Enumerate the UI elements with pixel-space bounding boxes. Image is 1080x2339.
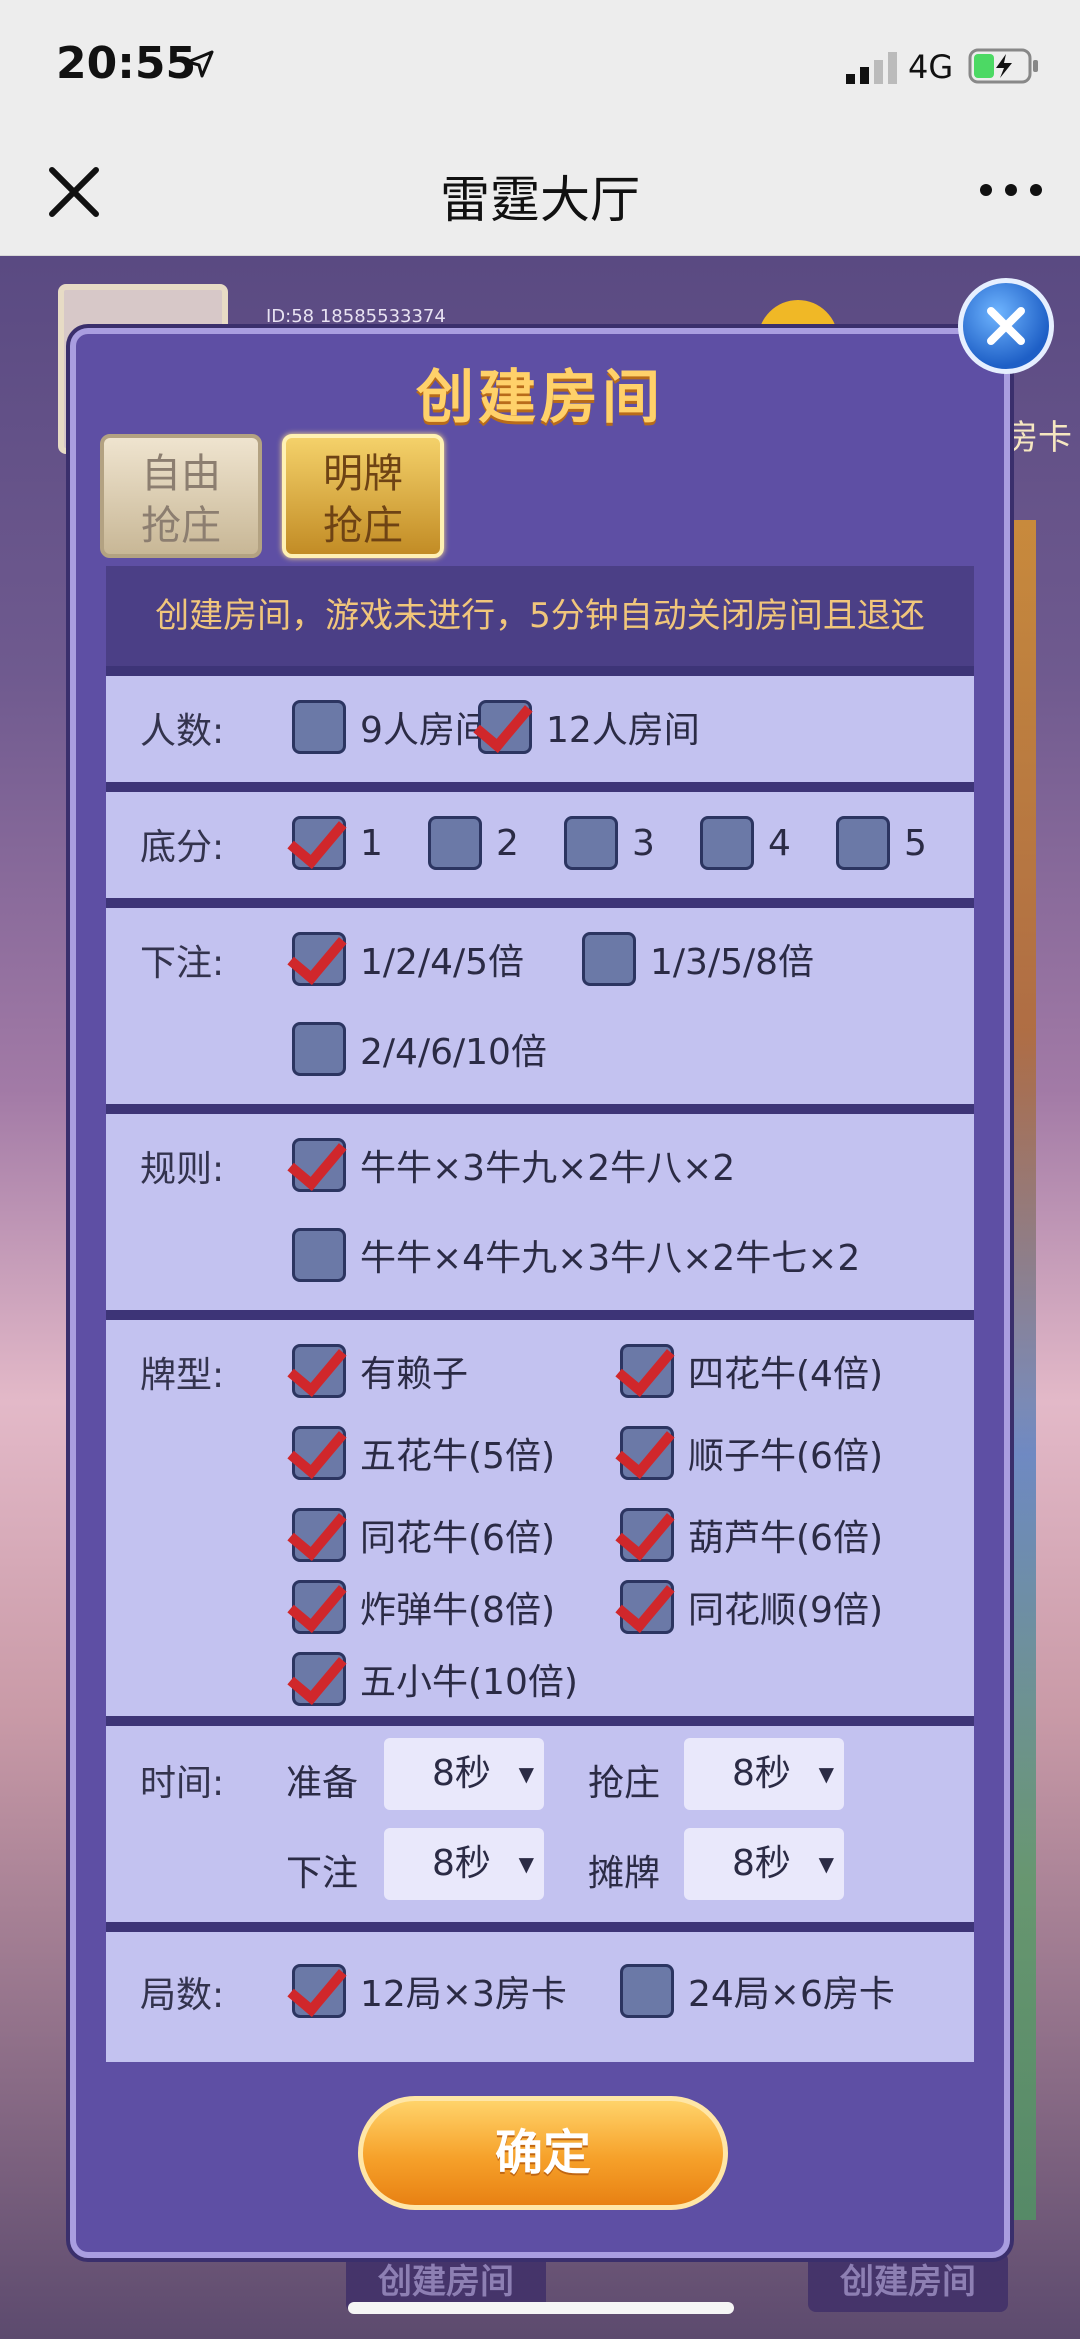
- checkbox-checked[interactable]: [292, 816, 346, 870]
- card-types-label: 牌型:: [140, 1355, 225, 1396]
- checkbox[interactable]: [428, 816, 482, 870]
- players-section: 人数: 9人房间 12人房间: [106, 666, 974, 782]
- option-score-2[interactable]: 2: [428, 816, 519, 870]
- option-four-flower[interactable]: 四花牛(4倍): [620, 1344, 883, 1398]
- showdown-time-label: 摊牌: [588, 1853, 661, 1894]
- ready-time-label: 准备: [286, 1763, 359, 1804]
- checkbox[interactable]: [700, 816, 754, 870]
- option-9-players[interactable]: 9人房间: [292, 700, 491, 754]
- option-full-house[interactable]: 葫芦牛(6倍): [620, 1508, 883, 1562]
- checkbox[interactable]: [620, 1964, 674, 2018]
- option-rule-2[interactable]: 牛牛×4牛九×3牛八×2牛七×2: [292, 1228, 860, 1282]
- room-card-label: 房卡: [1004, 418, 1072, 458]
- checkbox-checked[interactable]: [292, 1344, 346, 1398]
- option-bet-2[interactable]: 1/3/5/8倍: [582, 932, 814, 986]
- page-title: 雷霆大厅: [440, 171, 640, 229]
- create-room-dialog: 创建房间 自由 抢庄 明牌 抢庄 创建房间，游戏未进行，5分钟自动关闭房间且退还…: [70, 328, 1010, 2258]
- option-five-flower[interactable]: 五花牛(5倍): [292, 1426, 555, 1480]
- option-flush[interactable]: 同花牛(6倍): [292, 1508, 555, 1562]
- checkbox[interactable]: [582, 932, 636, 986]
- checkbox-checked[interactable]: [620, 1344, 674, 1398]
- players-label: 人数:: [140, 711, 225, 752]
- player-id: ID:58 18585533374: [266, 306, 446, 327]
- notice-banner: 创建房间，游戏未进行，5分钟自动关闭房间且退还: [106, 566, 974, 666]
- option-12-players[interactable]: 12人房间: [478, 700, 700, 754]
- tab-free-banker-line2: 抢庄: [141, 503, 221, 549]
- card-types-section: 牌型: 有赖子 四花牛(4倍) 五花牛(5倍) 顺子牛(6倍) 同花牛(6倍) …: [106, 1310, 974, 1716]
- checkbox-checked[interactable]: [292, 1426, 346, 1480]
- dropdown-arrow-icon: ▼: [518, 1852, 534, 1876]
- status-bar: 20:55 4G: [0, 0, 1080, 140]
- option-bomb[interactable]: 炸弹牛(8倍): [292, 1580, 555, 1634]
- tab-free-banker-line1: 自由: [141, 451, 221, 497]
- dropdown-arrow-icon: ▼: [818, 1852, 834, 1876]
- title-bar: 雷霆大厅: [0, 140, 1080, 256]
- option-straight-flush[interactable]: 同花顺(9倍): [620, 1580, 883, 1634]
- more-options-icon[interactable]: [976, 170, 1046, 210]
- tab-open-card-banker-line2: 抢庄: [323, 503, 403, 549]
- bet-time-label: 下注: [286, 1853, 359, 1894]
- confirm-button[interactable]: 确定: [358, 2096, 728, 2210]
- rules-label: 规则:: [140, 1149, 225, 1190]
- showdown-time-select[interactable]: 8秒 ▼: [684, 1828, 844, 1900]
- dropdown-arrow-icon: ▼: [518, 1762, 534, 1786]
- option-score-3[interactable]: 3: [564, 816, 655, 870]
- status-time: 20:55: [56, 38, 197, 89]
- checkbox-checked[interactable]: [292, 1964, 346, 2018]
- tab-open-card-banker-line1: 明牌: [323, 451, 403, 497]
- time-section: 时间: 准备 8秒 ▼ 抢庄 8秒 ▼ 下注 8秒 ▼ 摊牌 8秒 ▼: [106, 1716, 974, 1922]
- settings-panel: 创建房间，游戏未进行，5分钟自动关闭房间且退还 人数: 9人房间 12人房间 底…: [106, 566, 974, 2062]
- signal-icon: [846, 52, 897, 84]
- bet-time-select[interactable]: 8秒 ▼: [384, 1828, 544, 1900]
- checkbox[interactable]: [836, 816, 890, 870]
- checkbox[interactable]: [292, 700, 346, 754]
- option-bet-3[interactable]: 2/4/6/10倍: [292, 1022, 547, 1076]
- checkbox[interactable]: [292, 1022, 346, 1076]
- checkbox-checked[interactable]: [478, 700, 532, 754]
- checkbox-checked[interactable]: [292, 1652, 346, 1706]
- tab-free-banker[interactable]: 自由 抢庄: [100, 434, 262, 558]
- grab-banker-time-select[interactable]: 8秒 ▼: [684, 1738, 844, 1810]
- checkbox-checked[interactable]: [620, 1426, 674, 1480]
- tab-open-card-banker[interactable]: 明牌 抢庄: [282, 434, 444, 558]
- checkbox-checked[interactable]: [292, 1580, 346, 1634]
- dialog-close-button[interactable]: [958, 278, 1054, 374]
- option-score-5[interactable]: 5: [836, 816, 927, 870]
- checkbox[interactable]: [292, 1228, 346, 1282]
- rules-section: 规则: 牛牛×3牛九×2牛八×2 牛牛×4牛九×3牛八×2牛七×2: [106, 1104, 974, 1310]
- battery-charging-icon: [968, 48, 1038, 84]
- checkbox-checked[interactable]: [620, 1508, 674, 1562]
- close-icon: [987, 307, 1025, 345]
- checkbox-checked[interactable]: [292, 1508, 346, 1562]
- rounds-section: 局数: 12局×3房卡 24局×6房卡: [106, 1922, 974, 2062]
- option-12-rounds[interactable]: 12局×3房卡: [292, 1964, 567, 2018]
- base-score-section: 底分: 1 2 3 4 5: [106, 782, 974, 898]
- checkbox-checked[interactable]: [620, 1580, 674, 1634]
- option-straight[interactable]: 顺子牛(6倍): [620, 1426, 883, 1480]
- bet-section: 下注: 1/2/4/5倍 1/3/5/8倍 2/4/6/10倍: [106, 898, 974, 1104]
- option-bet-1[interactable]: 1/2/4/5倍: [292, 932, 524, 986]
- option-rule-1[interactable]: 牛牛×3牛九×2牛八×2: [292, 1138, 735, 1192]
- option-score-1[interactable]: 1: [292, 816, 383, 870]
- option-24-rounds[interactable]: 24局×6房卡: [620, 1964, 895, 2018]
- checkbox-checked[interactable]: [292, 932, 346, 986]
- home-indicator: [348, 2302, 734, 2314]
- option-score-4[interactable]: 4: [700, 816, 791, 870]
- location-arrow-icon: [186, 50, 214, 78]
- checkbox-checked[interactable]: [292, 1138, 346, 1192]
- bg-create-room-button-2: 创建房间: [808, 2252, 1008, 2312]
- rounds-label: 局数:: [140, 1975, 225, 2016]
- dropdown-arrow-icon: ▼: [818, 1762, 834, 1786]
- dialog-title: 创建房间: [415, 363, 664, 431]
- bet-label: 下注:: [140, 943, 225, 984]
- base-score-label: 底分:: [140, 827, 225, 868]
- checkbox[interactable]: [564, 816, 618, 870]
- grab-banker-time-label: 抢庄: [588, 1763, 661, 1804]
- ready-time-select[interactable]: 8秒 ▼: [384, 1738, 544, 1810]
- option-wildcard[interactable]: 有赖子: [292, 1344, 468, 1398]
- network-type: 4G: [908, 48, 954, 86]
- time-label: 时间:: [140, 1763, 225, 1804]
- option-five-small[interactable]: 五小牛(10倍): [292, 1652, 578, 1706]
